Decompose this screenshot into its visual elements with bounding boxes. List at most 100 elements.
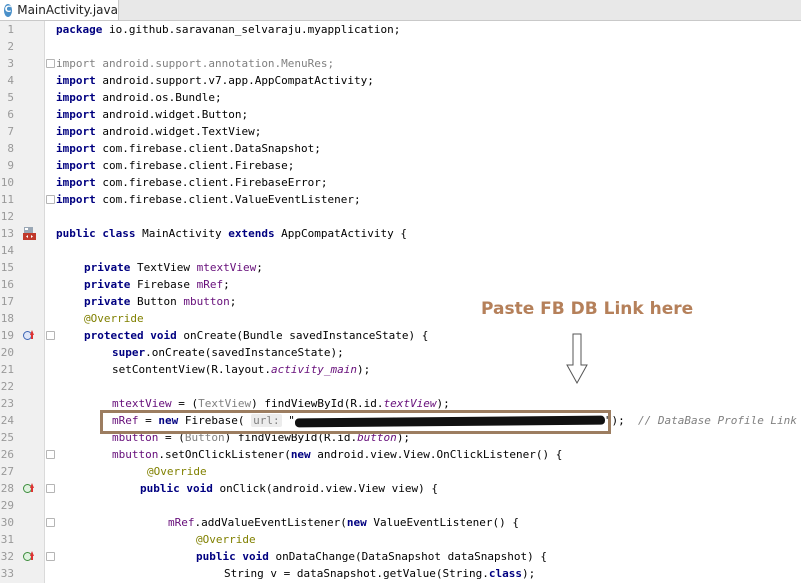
code-text: import android.widget.TextView; [56, 125, 262, 138]
override-method-icon[interactable] [23, 330, 34, 341]
line-number: 1 [7, 23, 14, 36]
line-number: 17 [0, 295, 14, 308]
tab-label: MainActivity.java [17, 3, 118, 17]
code-text: import android.support.annotation.MenuRe… [56, 57, 335, 70]
implement-method-icon[interactable] [23, 551, 34, 562]
code-line: 3 import android.support.annotation.Menu… [0, 55, 801, 72]
code-line: 12 [0, 208, 801, 225]
code-line: 2 [0, 38, 801, 55]
code-line: 20 super.onCreate(savedInstanceState); [0, 344, 801, 361]
code-text: private TextView mtextView; [84, 261, 263, 274]
line-number: 20 [0, 346, 14, 359]
code-text: protected void onCreate(Bundle savedInst… [84, 329, 429, 342]
code-line: 13 public class MainActivity extends App… [0, 225, 801, 242]
down-arrow-icon [566, 333, 588, 385]
code-line: 5 import android.os.Bundle; [0, 89, 801, 106]
implement-method-icon[interactable] [23, 483, 34, 494]
code-text: @Override [196, 533, 256, 546]
line-number: 27 [0, 465, 14, 478]
code-line: 31 @Override [0, 531, 801, 548]
fold-marker-icon[interactable] [46, 59, 55, 68]
paste-link-annotation: Paste FB DB Link here [481, 299, 694, 319]
code-line: 9 import com.firebase.client.Firebase; [0, 157, 801, 174]
code-line: 4 import android.support.v7.app.AppCompa… [0, 72, 801, 89]
firebase-url-highlight-box [100, 410, 611, 434]
code-line: 10 import com.firebase.client.FirebaseEr… [0, 174, 801, 191]
line-number: 9 [7, 159, 14, 172]
code-line: 8 import com.firebase.client.DataSnapsho… [0, 140, 801, 157]
code-text: super.onCreate(savedInstanceState); [112, 346, 344, 359]
code-line: 27 @Override [0, 463, 801, 480]
fold-marker-icon[interactable] [46, 195, 55, 204]
line-number: 3 [7, 57, 14, 70]
fold-marker-icon[interactable] [46, 552, 55, 561]
code-text: import com.firebase.client.FirebaseError… [56, 176, 328, 189]
code-text: import android.widget.Button; [56, 108, 249, 121]
code-text: import com.firebase.client.Firebase; [56, 159, 295, 172]
code-text: import com.firebase.client.DataSnapshot; [56, 142, 321, 155]
line-number: 24 [0, 414, 14, 427]
line-number: 21 [0, 363, 14, 376]
line-number: 8 [7, 142, 14, 155]
line-number: 23 [0, 397, 14, 410]
code-text: mRef.addValueEventListener(new ValueEven… [168, 516, 520, 529]
code-line: 6 import android.widget.Button; [0, 106, 801, 123]
code-text: String v = dataSnapshot.getValue(String.… [224, 567, 536, 580]
line-number: 14 [0, 244, 14, 257]
fold-marker-icon[interactable] [46, 484, 55, 493]
line-number: 31 [0, 533, 14, 546]
code-line: 16 private Firebase mRef; [0, 276, 801, 293]
line-number: 15 [0, 261, 14, 274]
code-text: public class MainActivity extends AppCom… [56, 227, 408, 240]
code-line: 1 package io.github.saravanan_selvaraju.… [0, 21, 801, 38]
line-number: 33 [0, 567, 14, 580]
line-number: 12 [0, 210, 14, 223]
fold-marker-icon[interactable] [46, 331, 55, 340]
code-text: @Override [84, 312, 144, 325]
line-number: 25 [0, 431, 14, 444]
line-number: 5 [7, 91, 14, 104]
code-line: 19 protected void onCreate(Bundle savedI… [0, 327, 801, 344]
code-text: public void onDataChange(DataSnapshot da… [196, 550, 548, 563]
code-line: 29 [0, 497, 801, 514]
code-text: package io.github.saravanan_selvaraju.my… [56, 23, 401, 36]
line-number: 6 [7, 108, 14, 121]
code-text: import android.support.v7.app.AppCompatA… [56, 74, 374, 87]
code-line: 30 mRef.addValueEventListener(new ValueE… [0, 514, 801, 531]
code-line: 15 private TextView mtextView; [0, 259, 801, 276]
code-line: 14 [0, 242, 801, 259]
code-line: 22 [0, 378, 801, 395]
line-number: 28 [0, 482, 14, 495]
line-number: 7 [7, 125, 14, 138]
line-number: 22 [0, 380, 14, 393]
java-class-icon: C [4, 3, 13, 17]
fold-marker-icon[interactable] [46, 450, 55, 459]
code-line: 11 import com.firebase.client.ValueEvent… [0, 191, 801, 208]
code-text: import android.os.Bundle; [56, 91, 222, 104]
code-line: 32 public void onDataChange(DataSnapshot… [0, 548, 801, 565]
code-text: private Button mbutton; [84, 295, 237, 308]
fold-marker-icon[interactable] [46, 518, 55, 527]
code-text: private Firebase mRef; [84, 278, 230, 291]
line-number: 26 [0, 448, 14, 461]
editor-tab-bar: C MainActivity.java [0, 0, 801, 21]
code-line: 7 import android.widget.TextView; [0, 123, 801, 140]
code-text: public void onClick(android.view.View vi… [140, 482, 439, 495]
line-number: 10 [0, 176, 14, 189]
line-number: 18 [0, 312, 14, 325]
line-number: 11 [0, 193, 14, 206]
code-line: 28 public void onClick(android.view.View… [0, 480, 801, 497]
line-number: 29 [0, 499, 14, 512]
line-number: 30 [0, 516, 14, 529]
line-number: 16 [0, 278, 14, 291]
line-number: 2 [7, 40, 14, 53]
line-number: 32 [0, 550, 14, 563]
line-number: 19 [0, 329, 14, 342]
code-text: mbutton.setOnClickListener(new android.v… [112, 448, 563, 461]
line-number: 13 [0, 227, 14, 240]
code-line: 26 mbutton.setOnClickListener(new androi… [0, 446, 801, 463]
code-text: @Override [147, 465, 207, 478]
tab-main-activity[interactable]: C MainActivity.java [0, 0, 119, 20]
android-layout-icon[interactable] [23, 227, 36, 240]
line-number: 4 [7, 74, 14, 87]
